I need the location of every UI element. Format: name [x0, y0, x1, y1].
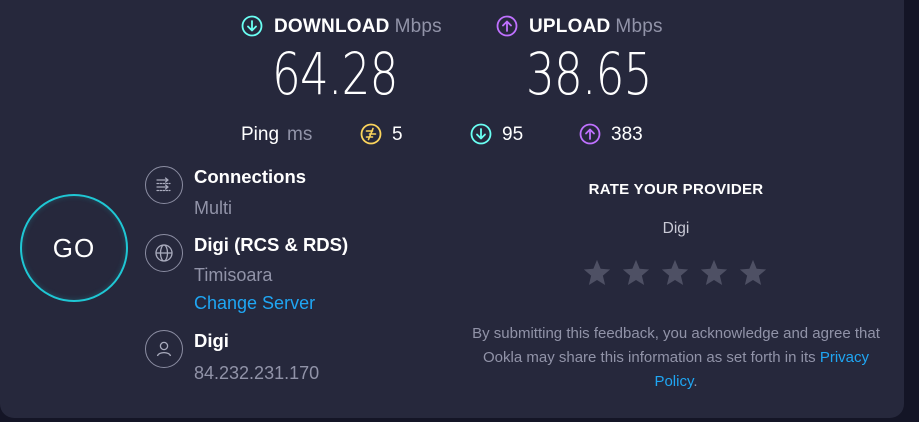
- disclaimer-end: .: [693, 373, 698, 390]
- ping-upload-value: 383: [611, 124, 643, 145]
- server-name: Digi (RCS & RDS): [194, 234, 349, 255]
- provider-ip: 84.232.231.170: [194, 363, 320, 383]
- rate-provider-name: Digi: [662, 220, 690, 237]
- star-icon-4[interactable]: [699, 258, 729, 288]
- feedback-disclaimer: By submitting this feedback, you acknowl…: [470, 322, 882, 394]
- go-button-label: GO: [52, 232, 96, 263]
- connections-title: Connections: [194, 166, 307, 187]
- user-icon: [145, 330, 183, 368]
- idle-latency-icon: [360, 123, 382, 145]
- star-icon-3[interactable]: [660, 258, 690, 288]
- provider-name: Digi: [194, 330, 229, 351]
- upload-latency-icon: [579, 123, 601, 145]
- download-speed-value: 64.28: [272, 40, 398, 108]
- go-button[interactable]: GO: [20, 194, 128, 302]
- connections-icon: [145, 166, 183, 204]
- upload-label: UPLOAD Mbps: [529, 16, 663, 37]
- star-icon-5[interactable]: [738, 258, 768, 288]
- disclaimer-text: By submitting this feedback, you acknowl…: [472, 325, 880, 366]
- download-arrow-icon: [241, 15, 263, 37]
- star-icon-1[interactable]: [582, 258, 612, 288]
- server-location: Timisoara: [194, 265, 273, 285]
- ping-label: Ping ms: [241, 124, 313, 145]
- change-server-link[interactable]: Change Server: [194, 293, 315, 314]
- star-rating: [582, 258, 768, 288]
- download-label: DOWNLOAD Mbps: [274, 16, 442, 37]
- connections-value: Multi: [194, 198, 233, 218]
- upload-unit: Mbps: [615, 16, 663, 37]
- download-latency-icon: [470, 123, 492, 145]
- download-unit: Mbps: [394, 16, 442, 37]
- rate-provider-title: RATE YOUR PROVIDER: [588, 181, 764, 198]
- globe-icon: [145, 234, 183, 272]
- upload-speed-value: 38.65: [526, 40, 652, 108]
- ping-idle-value: 5: [392, 124, 403, 145]
- upload-arrow-icon: [496, 15, 518, 37]
- star-icon-2[interactable]: [621, 258, 651, 288]
- ping-download-value: 95: [502, 124, 524, 145]
- ping-unit: ms: [287, 124, 313, 145]
